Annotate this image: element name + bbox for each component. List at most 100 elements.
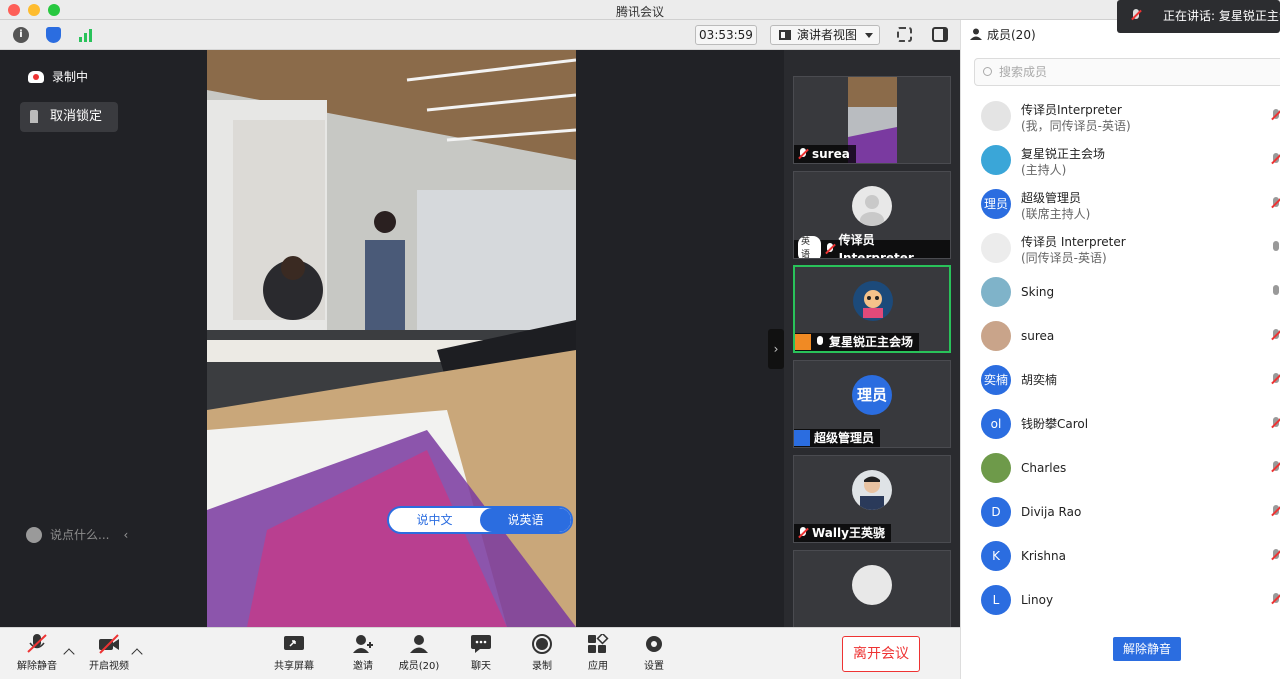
member-name: 胡奕楠 <box>1021 373 1058 387</box>
person-icon <box>970 28 982 40</box>
chat-icon <box>470 634 492 654</box>
recording-indicator: 录制中 <box>28 68 88 85</box>
chevron-up-icon[interactable] <box>63 648 75 660</box>
member-name: 钱盼攀Carol <box>1021 417 1089 431</box>
avatar: D <box>981 497 1011 527</box>
signal-strength-icon[interactable] <box>78 27 94 43</box>
member-name-block: 复星锐正主会场 (主持人) <box>1021 146 1105 178</box>
participant-name: 复星锐正主会场 <box>829 335 914 349</box>
chevron-left-icon[interactable]: ‹ <box>123 528 128 542</box>
language-tag: 英语 <box>798 236 822 258</box>
host-icon <box>795 334 811 350</box>
participant-tile[interactable]: 英语 传译员Interpreter <box>793 171 951 259</box>
avatar <box>981 321 1011 351</box>
member-search-input[interactable]: 搜索成员 <box>974 58 1280 86</box>
mic-muted-icon <box>798 148 808 160</box>
participant-tile-active[interactable]: 复星锐正主会场 <box>793 265 951 353</box>
member-name: Krishna <box>1021 549 1066 563</box>
invite-button[interactable]: 邀请 <box>335 632 391 678</box>
member-row[interactable]: ol 钱盼攀Carol <box>961 402 1280 446</box>
bottom-toolbar: 解除静音 开启视频 共享屏幕 邀请 成员(20) 聊天 录制 应用 设置 离开会… <box>0 627 960 679</box>
mic-muted-icon[interactable] <box>1271 417 1280 430</box>
apps-button[interactable]: 应用 <box>570 632 626 678</box>
member-name-block: 超级管理员 (联席主持人) <box>1021 190 1090 222</box>
avatar: 理员 <box>852 375 892 415</box>
share-screen-icon <box>283 634 305 654</box>
settings-button[interactable]: 设置 <box>626 632 682 678</box>
chat-input[interactable]: 说点什么... ‹ <box>26 526 128 543</box>
member-row[interactable]: 传译员 Interpreter (同传译员-英语) <box>961 226 1280 270</box>
video-off-icon <box>98 634 120 654</box>
unmute-all-button[interactable]: 解除静音 <box>1113 637 1181 661</box>
member-name: 复星锐正主会场 <box>1021 147 1106 161</box>
top-toolbar: i 03:53:59 演讲者视图 <box>0 20 960 50</box>
participant-label: Wally王英骁 <box>794 524 891 542</box>
mic-muted-icon[interactable] <box>1271 461 1280 474</box>
mic-icon[interactable] <box>1271 241 1280 254</box>
member-row[interactable]: 奕楠 胡奕楠 <box>961 358 1280 402</box>
member-row[interactable]: L Linoy <box>961 578 1280 622</box>
member-role: (同传译员-英语) <box>1021 251 1107 265</box>
participant-label: 超级管理员 <box>794 429 881 447</box>
cohost-icon <box>794 430 810 446</box>
participant-label: 英语 传译员Interpreter <box>794 233 950 258</box>
member-row[interactable]: Charles <box>961 446 1280 490</box>
start-video-button[interactable]: 开启视频 <box>81 632 137 678</box>
chevron-down-icon <box>865 33 873 38</box>
mic-muted-icon[interactable] <box>1271 549 1280 562</box>
member-name-block: surea <box>1021 328 1054 344</box>
mic-muted-icon[interactable] <box>1271 109 1280 122</box>
speak-english-option[interactable]: 说英语 <box>480 508 571 532</box>
member-row[interactable]: 复星锐正主会场 (主持人) <box>961 138 1280 182</box>
member-name-block: Linoy <box>1021 592 1053 608</box>
leave-meeting-button[interactable]: 离开会议 <box>842 636 920 672</box>
member-row[interactable]: 传译员Interpreter (我，同传译员-英语) <box>961 94 1280 138</box>
mic-muted-icon <box>825 243 834 255</box>
mic-muted-icon[interactable] <box>1271 373 1280 386</box>
members-button[interactable]: 成员(20) <box>391 632 447 678</box>
member-row[interactable]: Sking <box>961 270 1280 314</box>
chat-button[interactable]: 聊天 <box>453 632 509 678</box>
participant-name: 传译员Interpreter <box>838 233 914 259</box>
search-icon <box>983 67 992 76</box>
member-name-block: 传译员Interpreter (我，同传译员-英语) <box>1021 102 1131 134</box>
collapse-thumbnails-button[interactable]: › <box>768 329 784 369</box>
member-name-block: Krishna <box>1021 548 1066 564</box>
participant-tile[interactable]: surea <box>793 76 951 164</box>
member-list: 传译员Interpreter (我，同传译员-英语) 复星锐正主会场 (主持人) 理员超… <box>961 94 1280 622</box>
unlock-button[interactable]: 取消锁定 <box>20 102 118 132</box>
speak-chinese-option[interactable]: 说中文 <box>389 508 480 532</box>
record-button[interactable]: 录制 <box>514 632 570 678</box>
view-mode-select[interactable]: 演讲者视图 <box>770 25 880 45</box>
member-row[interactable]: 理员 超级管理员 (联席主持人) <box>961 182 1280 226</box>
participant-tile[interactable]: Wally王英骁 <box>793 455 951 543</box>
mic-icon[interactable] <box>1271 285 1280 298</box>
gear-icon <box>643 634 665 654</box>
participant-name: surea <box>812 147 850 161</box>
member-row[interactable]: surea <box>961 314 1280 358</box>
avatar <box>981 233 1011 263</box>
mic-muted-icon[interactable] <box>1271 505 1280 518</box>
avatar: 奕楠 <box>981 365 1011 395</box>
info-icon[interactable]: i <box>13 27 29 43</box>
unmute-button[interactable]: 解除静音 <box>9 632 65 678</box>
member-row[interactable]: K Krishna <box>961 534 1280 578</box>
security-shield-icon[interactable] <box>46 27 61 43</box>
member-row[interactable]: D Divija Rao <box>961 490 1280 534</box>
mic-muted-icon[interactable] <box>1271 153 1280 166</box>
sidebar-toggle-icon[interactable] <box>932 27 948 42</box>
avatar: K <box>981 541 1011 571</box>
members-panel: 成员(20) 搜索成员 传译员Interpreter (我，同传译员-英语) 复星锐… <box>960 20 1280 679</box>
language-toggle[interactable]: 说中文 说英语 <box>387 506 573 534</box>
member-name: Sking <box>1021 285 1055 299</box>
fullscreen-icon[interactable] <box>897 27 912 42</box>
mic-muted-icon[interactable] <box>1271 197 1280 210</box>
pin-icon <box>30 110 38 123</box>
mic-muted-icon[interactable] <box>1271 329 1280 342</box>
emoji-icon[interactable] <box>26 526 42 543</box>
title-bar: 腾讯会议 <box>0 0 1280 20</box>
mic-muted-icon[interactable] <box>1271 593 1280 606</box>
participant-tile[interactable] <box>793 550 951 627</box>
share-screen-button[interactable]: 共享屏幕 <box>266 632 322 678</box>
participant-tile[interactable]: 理员 超级管理员 <box>793 360 951 448</box>
